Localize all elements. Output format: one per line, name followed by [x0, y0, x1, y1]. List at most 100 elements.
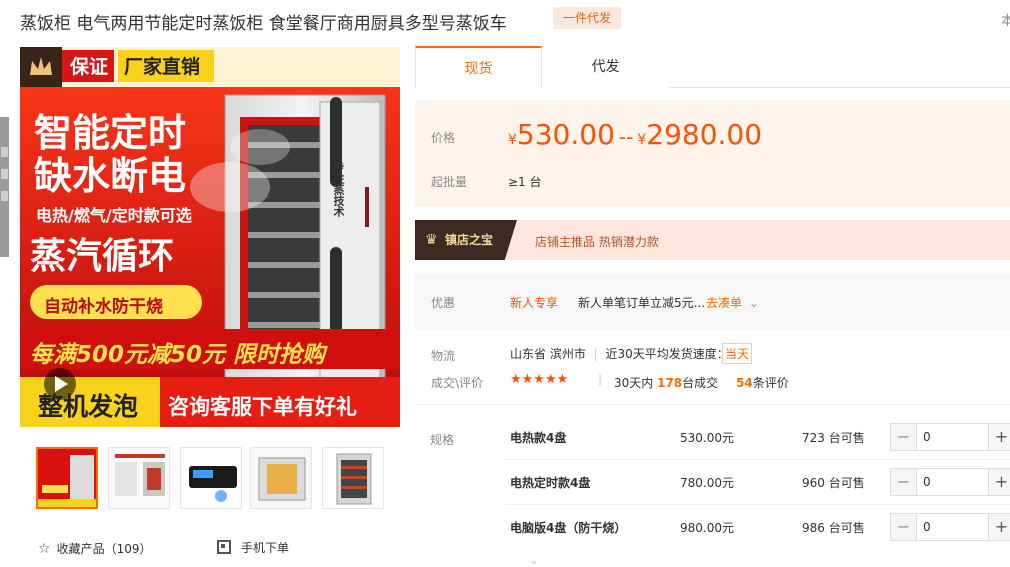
deals-count: 30天内 178台成交 [614, 374, 718, 391]
qr-code-icon [217, 540, 231, 554]
spec-name: 电热定时款4盘 [510, 476, 591, 490]
store-treasure-text: 店铺主推品 热销潜力款 [535, 235, 659, 249]
store-treasure-badge: ♛ 镇店之宝 [415, 220, 517, 260]
promo-banner-text: 每满500元减50元 限时抢购 [30, 342, 326, 368]
promo-description: 新人单笔订单立减5元... [578, 296, 706, 310]
ship-location: 山东省 滨州市 [510, 347, 586, 361]
thumbnail[interactable] [36, 447, 98, 509]
badge-factory: 厂家直销 [124, 56, 201, 78]
thumbnail[interactable] [108, 447, 170, 509]
truncated-header-text: 本 [1001, 14, 1010, 29]
currency-symbol: ¥ [637, 132, 647, 148]
price-panel [415, 100, 1010, 207]
badge-guarantee: 保证 [70, 56, 109, 78]
spec-name: 电脑版4盘（防干烧） [510, 521, 627, 535]
side-tab-mark [1, 169, 8, 179]
thumbnail[interactable] [250, 447, 312, 509]
divider: | [598, 372, 603, 386]
door-text: 专注蒸技术 [332, 162, 345, 217]
price-range: ¥530.00 -- ¥2980.00 [508, 118, 762, 151]
price-high: 2980.00 [646, 118, 763, 151]
deals-prefix: 30天内 [614, 376, 654, 390]
quantity-input[interactable]: 0 [923, 475, 931, 489]
reviews-suffix: 条评价 [752, 376, 789, 390]
bottom-left-text: 整机发泡 [38, 392, 139, 421]
favorite-label: 收藏产品（109） [56, 542, 152, 556]
spec-price: 980.00元 [680, 521, 734, 535]
expand-chevron-icon[interactable]: ⌄ [530, 556, 538, 567]
spec-price: 530.00元 [680, 431, 734, 445]
promo-link[interactable]: 去凑单 ⌄ [706, 294, 759, 311]
headline-2: 缺水断电 [34, 154, 187, 198]
quantity-stepper: − 0 + [890, 423, 1010, 451]
main-product-image[interactable]: 保证 厂家直销 智能定时 缺水断电 电热/燃气/定时款可选 蒸汽循环 自动补水防… [20, 47, 400, 427]
chevron-down-icon: ⌄ [748, 296, 759, 310]
currency-symbol: ¥ [508, 132, 517, 148]
deals-suffix: 台成交 [682, 376, 719, 390]
price-label: 价格 [431, 131, 456, 145]
ship-from: 山东省 滨州市 | 近30天平均发货速度： [510, 345, 729, 362]
quantity-stepper: − 0 + [890, 513, 1010, 541]
quantity-input[interactable]: 0 [923, 520, 931, 534]
divider: | [593, 347, 598, 361]
sub-headline-2: 蒸汽循环 [30, 236, 175, 277]
spec-row: 电热款4盘 530.00元 723 台可售 − 0 + [505, 415, 1010, 460]
decrease-button[interactable]: − [891, 424, 917, 450]
tab-in-stock[interactable]: 现货 [415, 46, 542, 89]
decrease-button[interactable]: − [891, 514, 917, 540]
tab-dropship[interactable]: 代发 [542, 46, 669, 88]
promo-link-label: 去凑单 [706, 296, 743, 310]
logistics-label: 物流 [431, 349, 456, 363]
spec-name: 电热款4盘 [510, 431, 567, 445]
purchase-mode-tabs: 现货 代发 [415, 46, 1010, 89]
thumbnail-image [251, 448, 311, 508]
quantity-stepper: − 0 + [890, 468, 1010, 496]
section-divider [415, 404, 1010, 405]
decrease-button[interactable]: − [891, 469, 917, 495]
spec-stock: 960 台可售 [802, 476, 865, 490]
moq-label: 起批量 [431, 175, 468, 189]
thumbnail-image [323, 448, 383, 508]
thumbnail[interactable] [322, 447, 384, 509]
deals-reviews-label: 成交\评价 [431, 376, 484, 390]
newcomer-tag: 新人专享 [510, 296, 559, 310]
rating-stars: ★★★★★ [510, 372, 569, 387]
deals-number: 178 [657, 376, 683, 390]
thumbnail-image [181, 448, 241, 508]
spec-price: 780.00元 [680, 476, 734, 490]
store-treasure-bar[interactable]: ♛ 镇店之宝 [415, 220, 1010, 260]
spec-row: 电脑版4盘（防干烧） 980.00元 986 台可售 − 0 + [505, 505, 1010, 550]
price-separator: -- [618, 125, 634, 149]
reviews-number: 54 [736, 376, 753, 390]
dropship-tag[interactable]: 一件代发 [553, 7, 621, 29]
spec-label: 规格 [430, 433, 455, 447]
increase-button[interactable]: + [988, 424, 1010, 450]
thumbnail[interactable] [180, 447, 242, 509]
bottom-right-text: 咨询客服下单有好礼 [168, 395, 357, 419]
spec-stock: 723 台可售 [802, 431, 865, 445]
promo-label: 优惠 [431, 296, 456, 310]
spec-stock: 986 台可售 [802, 521, 865, 535]
sub-headline-3: 自动补水防干烧 [44, 297, 163, 317]
spec-row: 电热定时款4盘 780.00元 960 台可售 − 0 + [505, 460, 1010, 505]
increase-button[interactable]: + [988, 469, 1010, 495]
sub-headline-1: 电热/燃气/定时款可选 [36, 206, 192, 225]
star-outline-icon: ☆ [38, 541, 51, 557]
store-treasure-label: 镇店之宝 [445, 233, 494, 247]
mobile-order-link[interactable]: 手机下单 [217, 539, 289, 556]
crown-icon: ♛ [425, 232, 438, 248]
side-floating-tab[interactable] [0, 117, 9, 257]
ship-speed-text: 近30天平均发货速度： [605, 347, 729, 361]
product-title: 蒸饭柜 电气两用节能定时蒸饭柜 食堂餐厅商用厨具多型号蒸饭车 [20, 14, 507, 34]
quantity-input[interactable]: 0 [923, 430, 931, 444]
favorite-product-link[interactable]: ☆ 收藏产品（109） [38, 540, 151, 557]
reviews-link[interactable]: 54条评价 [736, 374, 789, 391]
mobile-order-label: 手机下单 [241, 541, 290, 555]
thumbnail-image [38, 449, 96, 507]
increase-button[interactable]: + [988, 514, 1010, 540]
same-day-badge: 当天 [722, 343, 753, 364]
moq-value: ≥1 台 [508, 175, 542, 189]
side-tab-mark [1, 147, 8, 157]
price-low: 530.00 [516, 118, 615, 151]
thumbnail-image [109, 448, 169, 508]
